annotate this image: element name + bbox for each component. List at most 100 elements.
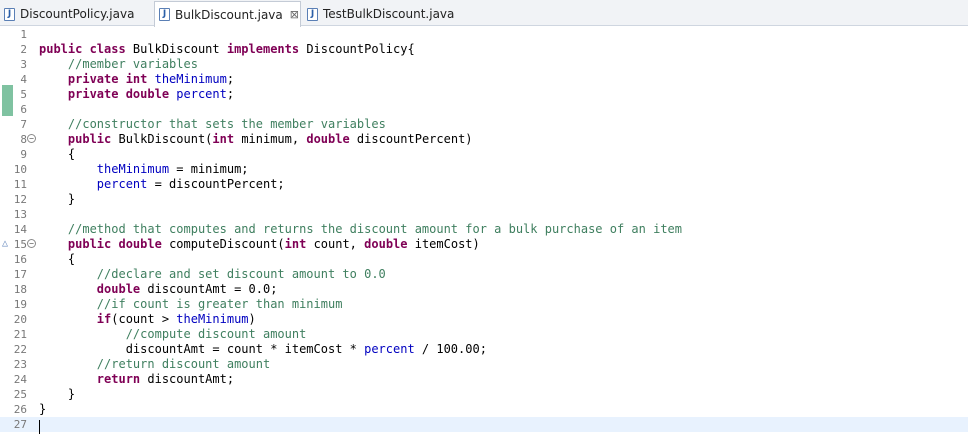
code-text: } [39,402,46,417]
code-line[interactable]: 5 private double percent; [0,87,968,102]
code-token: { [39,252,76,266]
code-line[interactable]: 22 discountAmt = count * itemCost * perc… [0,342,968,357]
code-token: discountAmt; [147,372,235,386]
code-line[interactable]: 14 //method that computes and returns th… [0,222,968,237]
code-line[interactable]: 7 //constructor that sets the member var… [0,117,968,132]
code-text: theMinimum = minimum; [39,162,249,177]
line-number: 2 [20,43,27,56]
line-number: 14 [13,223,27,236]
code-line[interactable]: 1 [0,27,968,42]
field-token: theMinimum [176,312,249,326]
line-number: 4 [20,73,27,86]
code-line[interactable]: 26} [0,402,968,417]
code-line[interactable]: 23 //return discount amount [0,357,968,372]
code-line[interactable]: 20 if(count > theMinimum) [0,312,968,327]
code-line[interactable]: 2 public class BulkDiscount implements Di… [0,42,968,57]
code-line[interactable]: 13 [0,207,968,222]
code-text: public class BulkDiscount implements Dis… [39,42,415,57]
keyword-token: public double [67,237,170,251]
line-number: 8 [20,133,27,146]
line-number: 26 [13,403,27,416]
code-line[interactable]: 3 //member variables [0,57,968,72]
field-token: theMinimum [154,72,227,86]
fold-toggle-icon[interactable]: − [27,134,36,143]
line-number: 20 [13,313,27,326]
code-token: { [39,147,76,161]
line-number: 7 [20,118,27,131]
line-number: 25 [13,388,27,401]
code-text: percent = discountPercent; [39,177,285,192]
line-number: 10 [13,163,27,176]
editor-tab-bar: J DiscountPolicy.java J BulkDiscount.jav… [0,0,968,27]
code-line[interactable]: 21 //compute discount amount [0,327,968,342]
code-line[interactable]: 25 } [0,387,968,402]
field-token: percent [364,342,415,356]
code-text: private double percent; [39,87,234,102]
code-editor[interactable]: 1 2 public class BulkDiscount implements D… [0,27,968,437]
comment-token: //if count is greater than minimum [96,297,343,311]
override-indicator-icon[interactable]: △ [2,238,8,250]
line-number: 16 [13,253,27,266]
field-token: percent [176,87,227,101]
code-line[interactable]: 15 △ − public double computeDiscount(int c… [0,237,968,252]
fold-toggle-icon[interactable]: − [27,239,36,248]
code-text: { [39,252,75,267]
code-line[interactable]: 17 //declare and set discount amount to … [0,267,968,282]
code-text: discountAmt = count * itemCost * percent… [39,342,487,357]
keyword-token: int [212,132,242,146]
code-text: } [39,192,75,207]
keyword-token: implements [226,42,307,56]
java-file-icon: J [307,7,318,21]
keyword-token: int [284,237,314,251]
line-number: 1 [20,28,27,41]
line-number: 12 [13,193,27,206]
code-line[interactable]: 6 [0,102,968,117]
code-text: //constructor that sets the member varia… [39,117,386,132]
code-token: BulkDiscount [132,42,227,56]
code-token: count, [313,237,365,251]
keyword-token: double [96,282,148,296]
tab-discountpolicy[interactable]: J DiscountPolicy.java [0,2,148,26]
code-token: } [39,402,47,416]
keyword-token: if [96,312,112,326]
code-line[interactable]: 9 { [0,147,968,162]
code-text: //method that computes and returns the d… [39,222,682,237]
code-text: public BulkDiscount(int minimum, double … [39,132,473,147]
code-line[interactable]: 24 return discountAmt; [0,372,968,387]
text-cursor [39,420,40,434]
tab-bulkdiscount[interactable]: J BulkDiscount.java ⊠ [154,1,301,27]
line-number: 21 [13,328,27,341]
code-text: //compute discount amount [39,327,307,342]
code-line[interactable]: 18 double discountAmt = 0.0; [0,282,968,297]
code-line[interactable]: 4 private int theMinimum; [0,72,968,87]
code-token: / 100.00; [414,342,487,356]
line-number: 5 [20,88,27,101]
code-line[interactable]: 12 } [0,192,968,207]
code-line[interactable]: 19 //if count is greater than minimum [0,297,968,312]
code-line[interactable]: 27 [0,417,968,434]
code-text: if(count > theMinimum) [39,312,256,327]
code-line[interactable]: 16 { [0,252,968,267]
code-token: (count > [111,312,177,326]
close-tab-icon[interactable]: ⊠ [290,8,299,21]
code-line[interactable]: 11 percent = discountPercent; [0,177,968,192]
tab-testbulkdiscount[interactable]: J TestBulkDiscount.java [303,2,463,26]
code-line[interactable]: 8− public BulkDiscount(int minimum, doub… [0,132,968,147]
keyword-token: double [364,237,415,251]
code-token: minimum, [241,132,307,146]
code-token: computeDiscount( [169,237,285,251]
line-number: 22 [13,343,27,356]
comment-token: //member variables [67,57,198,71]
tab-label: BulkDiscount.java [175,7,283,22]
code-line[interactable]: 10 theMinimum = minimum; [0,162,968,177]
